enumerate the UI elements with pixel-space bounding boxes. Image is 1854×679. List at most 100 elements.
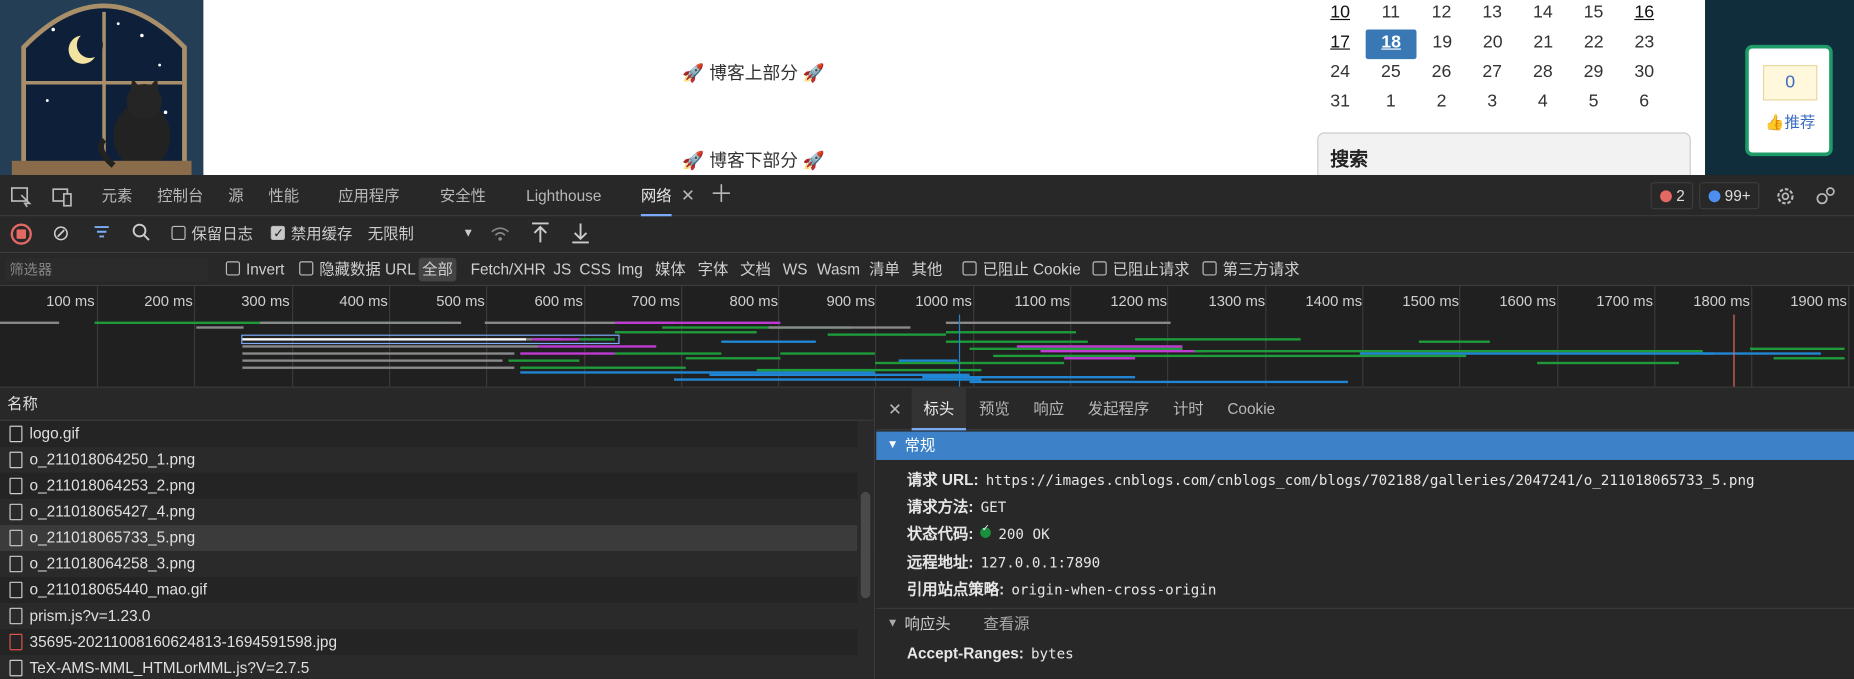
tab-network[interactable]: 网络	[640, 175, 672, 217]
error-badge[interactable]: 2	[1650, 182, 1694, 210]
calendar: 10 11 12 13 14 15 16 17 18 19 20 21 22 2…	[1315, 0, 1670, 118]
tab-cookies[interactable]: Cookie	[1227, 388, 1275, 431]
request-list-scrollbar[interactable]	[857, 420, 874, 679]
filter-type-media[interactable]: 媒体	[655, 258, 686, 282]
inspect-element-icon[interactable]	[9, 184, 33, 208]
close-details-icon[interactable]: ✕	[888, 388, 902, 431]
import-har-icon[interactable]	[530, 221, 551, 245]
close-tab-icon[interactable]: ✕	[681, 175, 695, 216]
tab-sources[interactable]: 源	[228, 175, 243, 216]
record-stop-button[interactable]	[10, 223, 32, 245]
filter-type-manifest[interactable]: 清单	[869, 258, 900, 282]
timeline-gridline	[1848, 286, 1850, 387]
calendar-day: 11	[1381, 2, 1401, 23]
waterfall-bar	[242, 352, 515, 355]
recommend-button[interactable]: 👍推荐	[1765, 110, 1815, 132]
request-row[interactable]: prism.js?v=1.23.0	[0, 603, 874, 630]
recommend-widget[interactable]: 0 👍推荐	[1745, 44, 1833, 157]
view-source-link[interactable]: 查看源	[983, 615, 1029, 633]
rocket-icon: 🚀	[682, 63, 705, 84]
request-details: ✕ 标头 预览 响应 发起程序 计时 Cookie ▼ 常规 请求 URL: ht…	[876, 387, 1854, 679]
remote-address-key: 远程地址:	[906, 553, 974, 572]
tab-timing[interactable]: 计时	[1173, 388, 1204, 431]
third-party-checkbox[interactable]: 第三方请求	[1202, 258, 1299, 282]
request-row[interactable]: o_211018064258_3.png	[0, 550, 874, 578]
response-headers-title: 响应头	[904, 614, 951, 633]
request-name: TeX-AMS-MML_HTMLorMML.js?V=2.7.5	[29, 658, 310, 677]
request-row[interactable]: o_211018065440_mao.gif	[0, 577, 874, 604]
filter-input[interactable]: 筛选器	[4, 257, 209, 282]
request-row[interactable]: o_211018064253_2.png	[0, 472, 874, 499]
tab-elements[interactable]: 元素	[102, 175, 133, 216]
issues-badge[interactable]: 99+	[1699, 182, 1760, 210]
tab-lighthouse[interactable]: Lighthouse	[526, 175, 601, 216]
invert-checkbox[interactable]: Invert	[225, 258, 284, 282]
timeline-gridline	[875, 286, 877, 387]
blocked-cookies-checkbox[interactable]: 已阻止 Cookie	[962, 258, 1081, 282]
file-icon	[9, 503, 23, 521]
waterfall-bar	[945, 331, 1076, 334]
add-tab-icon[interactable]: ＋	[709, 175, 733, 216]
calendar-day[interactable]: 16	[1619, 0, 1670, 30]
request-url-value: https://images.cnblogs.com/cnblogs_com/b…	[985, 471, 1755, 489]
tab-performance[interactable]: 性能	[268, 175, 299, 216]
request-row[interactable]: o_211018064250_1.png	[0, 446, 874, 473]
request-name: o_211018065440_mao.gif	[29, 580, 208, 599]
request-row[interactable]: 35695-20211008160624813-1694591598.jpg	[0, 629, 874, 656]
timeline-label: 600 ms	[534, 293, 583, 310]
filter-type-img[interactable]: Img	[617, 258, 643, 282]
calendar-day: 19	[1432, 31, 1453, 53]
request-row[interactable]: o_211018065427_4.png	[0, 498, 874, 525]
preserve-log-checkbox[interactable]: 保留日志	[171, 222, 253, 246]
general-section-header[interactable]: ▼ 常规	[876, 431, 1854, 460]
tab-headers[interactable]: 标头	[911, 387, 967, 431]
settings-gear-icon[interactable]	[1774, 184, 1798, 208]
tab-application[interactable]: 应用程序	[338, 175, 400, 216]
response-headers-section-header[interactable]: ▼ 响应头 查看源	[876, 607, 1854, 639]
filter-type-fetch-xhr[interactable]: Fetch/XHR	[471, 258, 546, 282]
tab-security[interactable]: 安全性	[440, 175, 486, 216]
search-icon[interactable]	[131, 222, 150, 246]
timeline-label: 1800 ms	[1693, 293, 1750, 310]
network-overview-timeline[interactable]: 100 ms 200 ms 300 ms 400 ms 500 ms 600 m…	[0, 286, 1854, 388]
filter-type-other[interactable]: 其他	[912, 258, 943, 282]
filter-type-wasm[interactable]: Wasm	[817, 258, 860, 282]
filter-type-ws[interactable]: WS	[783, 258, 808, 282]
tab-preview[interactable]: 预览	[979, 388, 1010, 431]
request-row[interactable]: logo.gif	[0, 420, 874, 447]
script-file-icon	[9, 607, 23, 625]
timeline-label: 500 ms	[436, 293, 485, 310]
filter-icon[interactable]	[92, 222, 111, 246]
blocked-requests-checkbox[interactable]: 已阻止请求	[1092, 258, 1190, 282]
calendar-day-today[interactable]: 18	[1365, 29, 1417, 60]
tab-console[interactable]: 控制台	[157, 175, 203, 216]
scrollbar-thumb[interactable]	[860, 491, 871, 599]
request-row-selected[interactable]: o_211018065733_5.png	[0, 524, 874, 551]
request-method-key: 请求方法:	[906, 497, 974, 516]
waterfall-bar	[780, 352, 875, 355]
request-row[interactable]: TeX-AMS-MML_HTMLorMML.js?V=2.7.5	[0, 655, 874, 679]
rocket-icon: 🚀	[682, 151, 705, 172]
calendar-day[interactable]: 17	[1315, 30, 1366, 60]
waterfall-bar	[898, 359, 958, 362]
hide-data-url-checkbox[interactable]: 隐藏数据 URL	[299, 258, 416, 282]
waterfall-bar	[945, 321, 1171, 324]
filter-type-font[interactable]: 字体	[698, 258, 729, 282]
filter-type-all[interactable]: 全部	[418, 257, 457, 282]
throttle-select[interactable]: 无限制 ▼	[368, 222, 477, 246]
waterfall-bar	[945, 340, 1088, 343]
filter-type-js[interactable]: JS	[553, 258, 571, 282]
customize-devtools-icon[interactable]	[1814, 184, 1838, 208]
waterfall-bar	[756, 368, 982, 372]
column-header-name[interactable]: 名称	[0, 387, 874, 421]
calendar-day[interactable]: 10	[1315, 0, 1366, 30]
device-toolbar-icon[interactable]	[51, 184, 75, 208]
filter-type-doc[interactable]: 文档	[740, 258, 771, 282]
filter-type-css[interactable]: CSS	[579, 258, 611, 282]
network-conditions-icon[interactable]	[490, 223, 511, 247]
clear-icon[interactable]: ⊘	[52, 221, 70, 245]
tab-initiator[interactable]: 发起程序	[1088, 388, 1150, 431]
tab-response[interactable]: 响应	[1033, 388, 1064, 431]
export-har-icon[interactable]	[570, 221, 591, 245]
disable-cache-checkbox[interactable]: 禁用缓存	[270, 222, 352, 246]
